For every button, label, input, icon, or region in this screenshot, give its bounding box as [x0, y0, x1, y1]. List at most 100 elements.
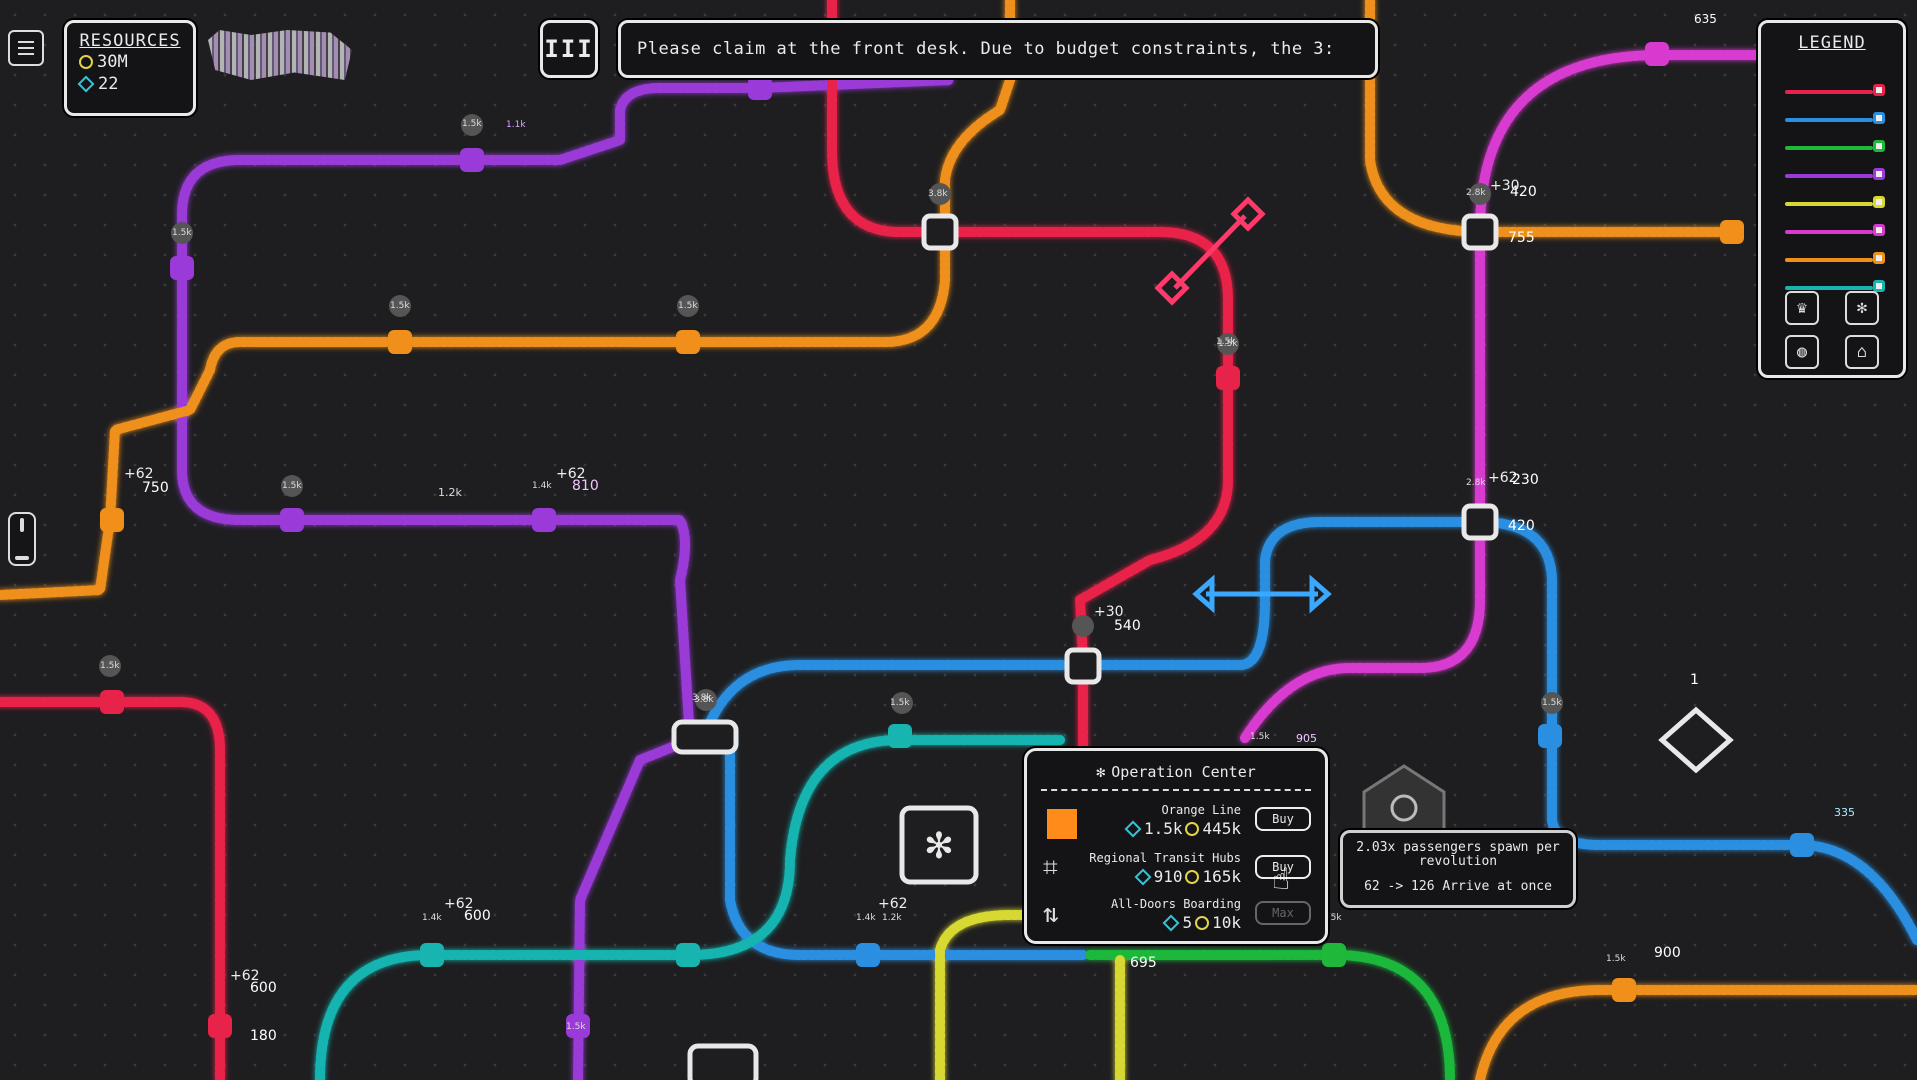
station [460, 148, 484, 172]
legend-line-stroke [1785, 258, 1873, 262]
orange-line-swatch [1047, 809, 1077, 839]
hubs-icon: ⌗ [1043, 853, 1058, 883]
station-badges [99, 114, 1563, 714]
station [566, 1014, 590, 1038]
station [1645, 42, 1669, 66]
coin-icon [1195, 915, 1210, 930]
legend-line-stroke [1785, 146, 1873, 150]
coins-value: 30M [97, 52, 128, 72]
legend-line-green[interactable] [1785, 139, 1885, 157]
legend-line-swatch[interactable] [1873, 196, 1885, 208]
orange-line-track-right [1365, 0, 1735, 237]
red-line-track [827, 0, 1233, 765]
legend-line-orange[interactable] [1785, 251, 1885, 269]
coin-icon [79, 55, 93, 69]
divider [1041, 789, 1311, 791]
legend-title: LEGEND [1798, 33, 1866, 53]
transfer-hub [687, 1043, 759, 1080]
station [1720, 220, 1744, 244]
buy-button[interactable]: Buy [1255, 807, 1311, 831]
crown-icon[interactable]: ♛ [1785, 291, 1819, 325]
gem-cost: 5 [1182, 913, 1193, 932]
station [1216, 366, 1240, 390]
transfer-hub [1461, 213, 1499, 251]
hub-gear: ✻ [924, 826, 954, 867]
legend-line-red[interactable] [1785, 83, 1885, 101]
station [1322, 943, 1346, 967]
upgrade-orange-line: Orange Line 1.5k 445k Buy [1027, 803, 1325, 849]
orange-line-track-2 [0, 337, 405, 600]
gear-icon: ✻ [924, 826, 954, 867]
legend-line-swatch[interactable] [1873, 224, 1885, 236]
station [100, 508, 124, 532]
station [208, 1014, 232, 1038]
legend-line-blue[interactable] [1785, 111, 1885, 129]
transfer-hub [1461, 503, 1499, 541]
legend-line-swatch[interactable] [1873, 168, 1885, 180]
pink-line-track [1240, 50, 1765, 743]
ticker-text: Please claim at the front desk. Due to b… [637, 39, 1335, 59]
alert-button[interactable] [8, 512, 36, 566]
station [388, 330, 412, 354]
legend-line-yellow[interactable] [1785, 195, 1885, 213]
legend-line-stroke [1785, 174, 1873, 178]
gem-cost: 1.5k [1143, 819, 1183, 838]
doors-icon: ⇅ [1043, 899, 1059, 929]
station [280, 508, 304, 532]
operation-center-panel: ✻ Operation Center Orange Line 1.5k 445k B… [1024, 748, 1328, 944]
legend-line-swatch[interactable] [1873, 252, 1885, 264]
max-button[interactable]: Max [1255, 901, 1311, 925]
green-line-track [1085, 950, 1455, 1080]
glitch-artifact [208, 30, 352, 80]
gear-icon: ✻ [1096, 763, 1106, 781]
station [676, 943, 700, 967]
upgrade-tooltip: 2.03x passengers spawn per revolution 62… [1340, 830, 1576, 908]
upgrade-name: Regional Transit Hubs [1089, 851, 1241, 865]
station [1538, 154, 1539, 155]
red-line-track-left [0, 697, 225, 1080]
globe-icon[interactable]: ◍ [1785, 335, 1819, 369]
upgrade-all-doors: ⇅ All-Doors Boarding 5 10k Max [1027, 897, 1325, 943]
station [100, 690, 124, 714]
legend-line-pink[interactable] [1785, 223, 1885, 241]
legend-line-stroke [1785, 286, 1873, 290]
transfer-hub [671, 719, 739, 755]
transfer-hub [921, 213, 959, 251]
speed-button[interactable]: III [540, 20, 598, 78]
legend-line-swatch[interactable] [1873, 112, 1885, 124]
gem-icon [1124, 820, 1142, 837]
resources-panel: RESOURCES 30M 22 [64, 20, 196, 116]
news-ticker: Please claim at the front desk. Due to b… [618, 20, 1378, 78]
gear-icon[interactable]: ✻ [1845, 291, 1879, 325]
tooltip-detail: 62 -> 126 Arrive at once [1364, 879, 1552, 894]
red-drag-handle [1154, 196, 1266, 306]
hand-cursor-icon: ☝ [1272, 862, 1291, 897]
coin-cost: 10k [1212, 913, 1241, 932]
station [1612, 978, 1636, 1002]
legend-line-swatch[interactable] [1873, 280, 1885, 292]
legend-line-purple[interactable] [1785, 167, 1885, 185]
transfer-hub [1064, 647, 1102, 685]
station [856, 943, 880, 967]
legend-line-stroke [1785, 230, 1873, 234]
profile-icon[interactable]: ⌂ [1845, 335, 1879, 369]
legend-line-swatch[interactable] [1873, 140, 1885, 152]
station [420, 943, 444, 967]
legend-line-stroke [1785, 202, 1873, 206]
game-map[interactable]: ✻ 1.5k 1.1k 1.5k 1.5k 1.5k 3.8k 1.5k 1.5… [0, 0, 1917, 1080]
coin-icon [1185, 821, 1200, 836]
gem-cost: 910 [1153, 867, 1183, 886]
orange-line-track-br [1475, 985, 1917, 1080]
gems-value: 22 [98, 74, 119, 94]
menu-button[interactable] [8, 30, 44, 66]
station [1538, 724, 1562, 748]
station [170, 256, 194, 280]
transit-map[interactable]: ✻ [0, 0, 1917, 1080]
station [676, 330, 700, 354]
legend-line-swatch[interactable] [1873, 84, 1885, 96]
gem-icon [1134, 868, 1152, 885]
tooltip-effect: 2.03x passengers spawn per revolution [1356, 840, 1560, 869]
transit-hub-icon [1362, 764, 1446, 830]
ops-title: Operation Center [1111, 763, 1256, 781]
station [748, 76, 772, 100]
